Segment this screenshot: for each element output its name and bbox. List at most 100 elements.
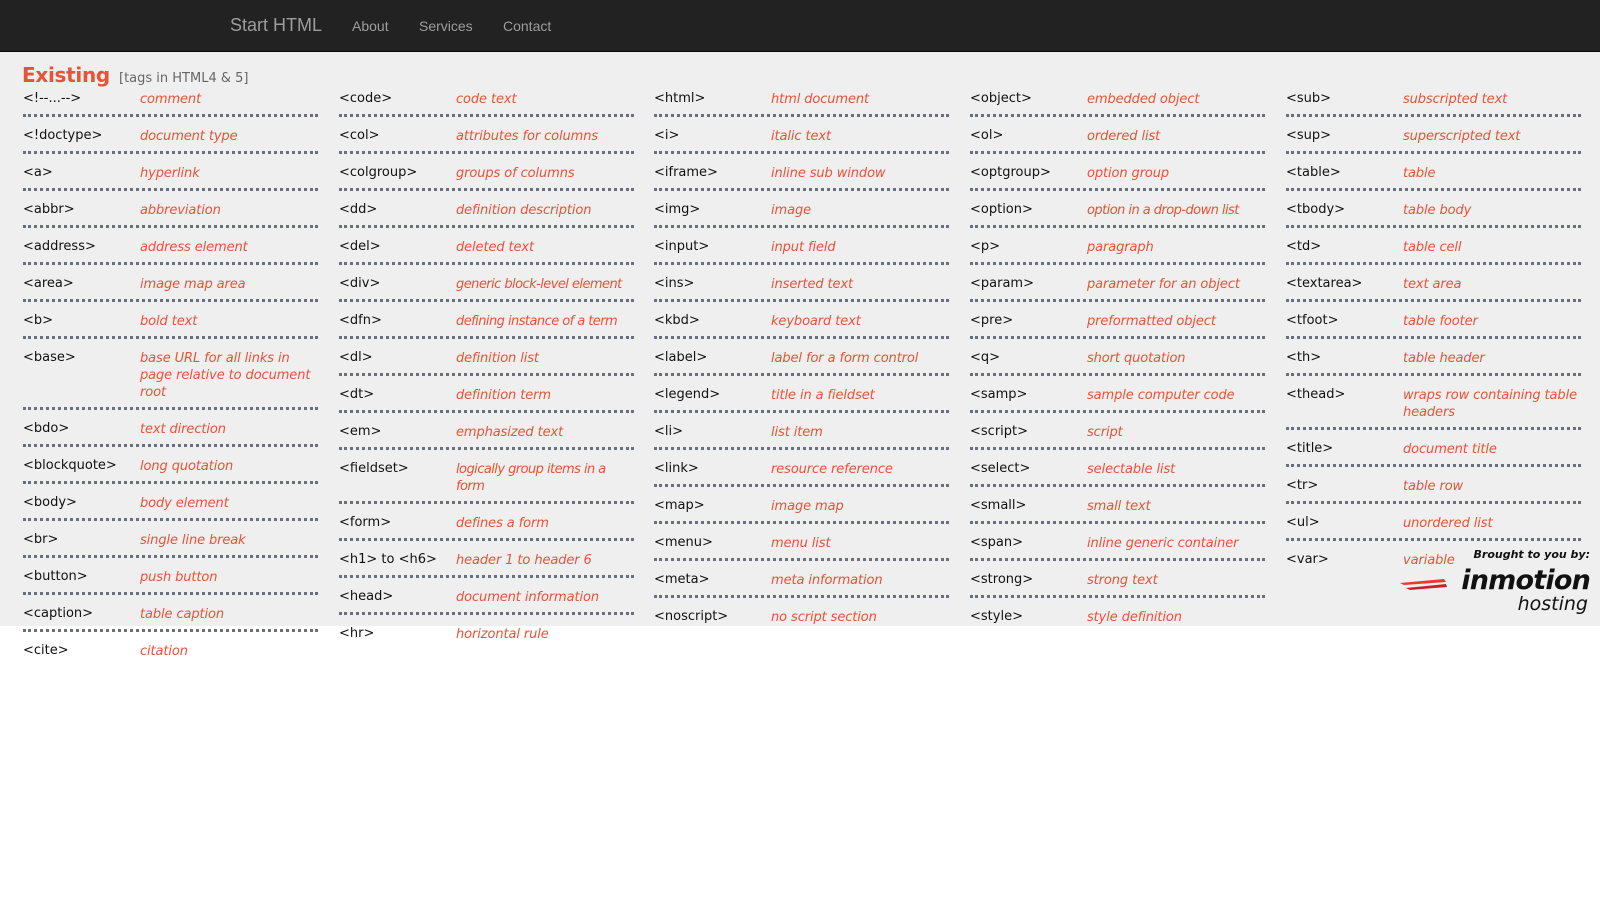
tag-name: <tfoot> xyxy=(1286,313,1339,328)
tag-row: <dd> definition description xyxy=(339,200,634,228)
tag-name: <dfn> xyxy=(339,313,382,328)
tag-row: <input> input field xyxy=(654,237,949,265)
tag-description: italic text xyxy=(771,129,831,144)
tag-row: <tbody> table body xyxy=(1286,200,1581,228)
tag-description: strong text xyxy=(1087,573,1158,588)
tag-description: logically group items in a form xyxy=(456,462,606,494)
tag-description: image map xyxy=(771,499,844,514)
tag-name: <hr> xyxy=(339,626,375,641)
inmotion-hosting-logo[interactable]: inmotion hosting xyxy=(1400,565,1591,615)
swoosh-icon xyxy=(1400,579,1447,590)
tag-row: <br> single line break xyxy=(23,530,318,558)
tag-description: definition description xyxy=(456,203,592,218)
tag-name: <dd> xyxy=(339,202,378,217)
tag-description: code text xyxy=(456,92,517,107)
tag-description: table caption xyxy=(140,607,225,622)
tag-row: <b> bold text xyxy=(23,311,318,339)
tag-row: <option> option in a drop-down list xyxy=(970,200,1265,228)
tag-row: <em> emphasized text xyxy=(339,422,634,450)
tag-description: wraps row containing table headers xyxy=(1403,388,1577,420)
tag-row: <span> inline generic container xyxy=(970,533,1265,561)
tag-row: <dt> definition term xyxy=(339,385,634,413)
nav-link-services[interactable]: Services xyxy=(419,18,473,34)
tag-description: sample computer code xyxy=(1087,388,1235,403)
tag-name: <optgroup> xyxy=(970,165,1051,180)
tag-name: <a> xyxy=(23,165,53,180)
tag-description: superscripted text xyxy=(1403,129,1521,144)
tag-row: <del> deleted text xyxy=(339,237,634,265)
tag-description: document information xyxy=(456,590,599,605)
tag-row: <sup> superscripted text xyxy=(1286,126,1581,154)
tag-name: <noscript> xyxy=(654,609,729,624)
tag-name: <tr> xyxy=(1286,478,1319,493)
tag-row: <textarea> text area xyxy=(1286,274,1581,302)
tag-row: <link> resource reference xyxy=(654,459,949,487)
tag-name: <param> xyxy=(970,276,1034,291)
tag-description: table cell xyxy=(1403,240,1462,255)
tag-description: long quotation xyxy=(140,459,234,474)
tag-description: image xyxy=(771,203,811,218)
tag-name: <body> xyxy=(23,495,77,510)
tag-row: <hr> horizontal rule xyxy=(339,624,634,649)
tag-description: table body xyxy=(1403,203,1472,218)
tag-name: <fieldset> xyxy=(339,461,409,476)
tag-description: inserted text xyxy=(771,277,854,292)
tag-description: title in a fieldset xyxy=(771,388,875,403)
tag-row: <caption> table caption xyxy=(23,604,318,632)
tag-name: <span> xyxy=(970,535,1024,550)
tag-column: <sub> subscripted text <sup> superscripted … xyxy=(1286,89,1581,584)
tag-name: <abbr> xyxy=(23,202,75,217)
tag-name: <dt> xyxy=(339,387,375,402)
tag-description: no script section xyxy=(771,610,877,625)
tag-name: <input> xyxy=(654,239,710,254)
tag-row: <!doctype> document type xyxy=(23,126,318,154)
tag-name: <td> xyxy=(1286,239,1322,254)
tag-row: <meta> meta information xyxy=(654,570,949,598)
tag-name: <map> xyxy=(654,498,705,513)
tag-reference-panel: Existing [tags in HTML4 & 5] <!--...--> c… xyxy=(0,52,1600,659)
logo-sub-text: hosting xyxy=(1517,593,1588,615)
tag-name: <menu> xyxy=(654,535,713,550)
tag-row: <title> document title xyxy=(1286,439,1581,467)
tag-column: <code> code text <col> attributes for colum… xyxy=(339,89,634,658)
tag-row: <q> short quotation xyxy=(970,348,1265,376)
tag-name: <img> xyxy=(654,202,701,217)
tag-row: <colgroup> groups of columns xyxy=(339,163,634,191)
credit-block: Brought to you by: inmotion hosting xyxy=(1400,548,1591,615)
nav-link-contact[interactable]: Contact xyxy=(503,18,551,34)
tag-description: address element xyxy=(140,240,248,255)
tag-row: <head> document information xyxy=(339,587,634,615)
tag-name: <object> xyxy=(970,91,1032,106)
tag-name: <meta> xyxy=(654,572,710,587)
nav-link-about[interactable]: About xyxy=(352,18,389,34)
tag-description: ordered list xyxy=(1087,129,1161,144)
tag-row: <th> table header xyxy=(1286,348,1581,376)
tag-description: emphasized text xyxy=(456,425,564,440)
credit-text: Brought to you by: xyxy=(1473,548,1590,561)
brand-link[interactable]: Start HTML xyxy=(230,15,322,36)
tag-name: <li> xyxy=(654,424,684,439)
tag-name: <small> xyxy=(970,498,1027,513)
tag-name: <strong> xyxy=(970,572,1034,587)
tag-description: image map area xyxy=(140,277,246,292)
tag-description: style definition xyxy=(1087,610,1182,625)
tag-row: <area> image map area xyxy=(23,274,318,302)
tag-description: text area xyxy=(1403,277,1462,292)
tag-description: parameter for an object xyxy=(1087,277,1240,292)
tag-row: <dl> definition list xyxy=(339,348,634,376)
tag-name: <sub> xyxy=(1286,91,1332,106)
tag-name: <link> xyxy=(654,461,699,476)
tag-column: <!--...--> comment <!doctype> document type… xyxy=(23,89,318,675)
tag-row: <strong> strong text xyxy=(970,570,1265,598)
tag-row: <map> image map xyxy=(654,496,949,524)
tag-description: push button xyxy=(140,570,218,585)
tag-name: <th> xyxy=(1286,350,1322,365)
tag-name: <style> xyxy=(970,609,1023,624)
tag-row: <small> small text xyxy=(970,496,1265,524)
tag-name: <p> xyxy=(970,239,1001,254)
tag-name: <base> xyxy=(23,350,76,365)
tag-row: <html> html document xyxy=(654,89,949,117)
tag-row: <style> style definition xyxy=(970,607,1265,632)
tag-name: <caption> xyxy=(23,606,94,621)
tag-description: resource reference xyxy=(771,462,893,477)
